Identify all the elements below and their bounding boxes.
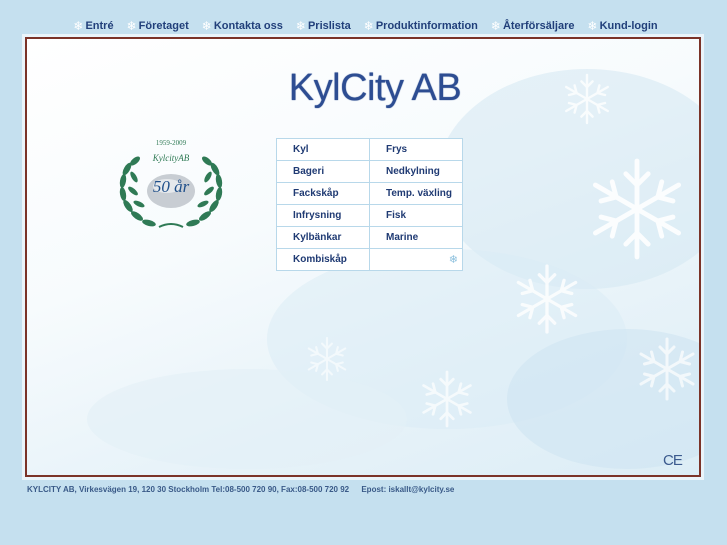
footer: KYLCITY AB, Virkesvägen 19, 120 30 Stock… — [27, 485, 454, 494]
category-link-nedkylning[interactable]: Nedkylning — [369, 160, 463, 183]
nav-item-label: Kund-login — [599, 20, 658, 32]
snowflake-icon: ❄ — [126, 19, 137, 33]
nav-item-entre[interactable]: ❄ Entré — [73, 20, 113, 32]
badge-years: 1959-2009 — [155, 139, 187, 147]
badge-anniversary: 50 år — [152, 177, 190, 196]
footer-email[interactable]: Epost: iskallt@kylcity.se — [361, 485, 454, 494]
snowflake-icon: ❄ — [490, 19, 501, 33]
nav-item-label: Kontakta oss — [213, 20, 283, 32]
category-link-kyl[interactable]: Kyl — [276, 138, 370, 161]
ce-mark: CE — [663, 452, 683, 469]
top-navigation: ❄ Entré ❄ Företaget ❄ Kontakta oss ❄ Pri… — [0, 16, 727, 36]
nav-item-foretaget[interactable]: ❄ Företaget — [127, 20, 189, 32]
nav-item-label: Prislista — [307, 20, 351, 32]
footer-address: KYLCITY AB, Virkesvägen 19, 120 30 Stock… — [27, 485, 350, 494]
snowflake-icon: ❄ — [363, 19, 374, 33]
category-link-kylbankar[interactable]: Kylbänkar — [276, 226, 370, 249]
category-row: Infrysning Fisk — [276, 204, 463, 227]
nav-item-produktinformation[interactable]: ❄ Produktinformation — [364, 20, 478, 32]
nav-item-label: Produktinformation — [375, 20, 478, 32]
category-link-marine[interactable]: Marine — [369, 226, 463, 249]
snowflake-icon: ❄ — [73, 19, 84, 33]
category-row: Kylbänkar Marine — [276, 226, 463, 249]
category-link-temp-vaxling[interactable]: Temp. växling — [369, 182, 463, 205]
category-link-kombiskap[interactable]: Kombiskåp — [276, 248, 370, 271]
main-panel: KylCity AB 1959-2009 KylcityAB 50 år Kyl… — [25, 37, 701, 477]
category-row: Kyl Frys — [276, 138, 463, 161]
category-grid: Kyl Frys Bageri Nedkylning Fackskåp Temp… — [276, 138, 463, 271]
category-row: Fackskåp Temp. växling — [276, 182, 463, 205]
nav-item-label: Entré — [85, 20, 114, 32]
nav-item-kontakta-oss[interactable]: ❄ Kontakta oss — [202, 20, 283, 32]
category-link-frys[interactable]: Frys — [369, 138, 463, 161]
snowflake-icon: ❄ — [587, 19, 598, 33]
snowflake-icon: ❄ — [369, 248, 463, 271]
nav-item-label: Företaget — [138, 20, 189, 32]
category-row: Kombiskåp ❄ — [276, 248, 463, 271]
category-link-bageri[interactable]: Bageri — [276, 160, 370, 183]
category-link-infrysning[interactable]: Infrysning — [276, 204, 370, 227]
category-link-fackskap[interactable]: Fackskåp — [276, 182, 370, 205]
badge-name: KylcityAB — [152, 153, 190, 163]
nav-item-kund-login[interactable]: ❄ Kund-login — [588, 20, 658, 32]
snowflake-icon: ❄ — [201, 19, 212, 33]
nav-item-label: Återförsäljare — [502, 20, 575, 32]
category-row: Bageri Nedkylning — [276, 160, 463, 183]
page-title: KylCity AB — [288, 67, 462, 109]
snowflake-icon: ❄ — [295, 19, 306, 33]
anniversary-badge: 1959-2009 KylcityAB 50 år — [115, 139, 227, 235]
nav-item-prislista[interactable]: ❄ Prislista — [296, 20, 351, 32]
nav-item-aterforsaljare[interactable]: ❄ Återförsäljare — [491, 20, 575, 32]
category-link-fisk[interactable]: Fisk — [369, 204, 463, 227]
